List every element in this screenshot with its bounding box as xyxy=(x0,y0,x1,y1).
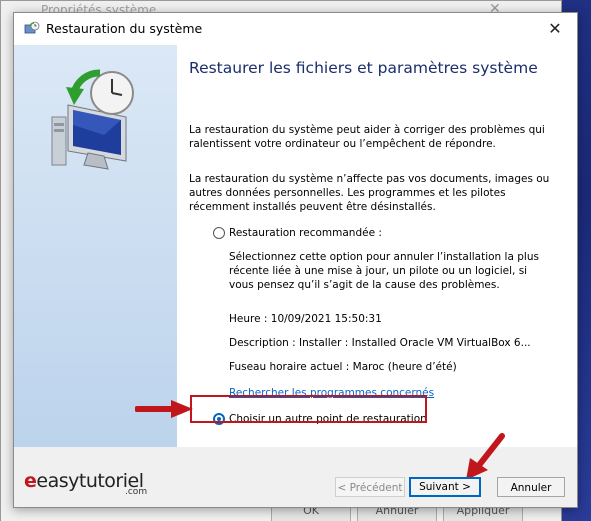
recommended-radio[interactable] xyxy=(213,227,225,239)
annotation-arrow-left xyxy=(135,400,193,418)
logo-suffix: .com xyxy=(125,487,148,497)
close-button[interactable]: ✕ xyxy=(533,13,577,45)
next-button[interactable]: Suivant > xyxy=(409,477,481,497)
restore-description: Description : Installer : Installed Orac… xyxy=(229,337,531,349)
titlebar: Restauration du système ✕ xyxy=(14,13,577,45)
system-restore-icon xyxy=(24,21,40,34)
recommended-restore-option[interactable]: Restauration recommandée : xyxy=(213,227,382,239)
previous-button[interactable]: < Précédent xyxy=(335,477,405,497)
restore-time: Heure : 10/09/2021 15:50:31 xyxy=(229,313,382,325)
content-area: Restaurer les fichiers et paramètres sys… xyxy=(177,45,577,447)
logo-e-mark: e xyxy=(24,470,37,492)
cancel-button[interactable]: Annuler xyxy=(497,477,565,497)
recommended-label: Restauration recommandée : xyxy=(229,227,382,239)
recommended-description: Sélectionnez cette option pour annuler l… xyxy=(229,251,539,291)
restore-timezone: Fuseau horaire actuel : Maroc (heure d’é… xyxy=(229,361,457,373)
info-paragraph: La restauration du système n’affecte pas… xyxy=(189,173,550,213)
dialog-title: Restauration du système xyxy=(46,21,203,36)
side-panel xyxy=(14,45,177,447)
annotation-highlight-box xyxy=(190,395,427,423)
intro-paragraph: La restauration du système peut aider à … xyxy=(189,124,545,150)
page-heading: Restaurer les fichiers et paramètres sys… xyxy=(189,59,538,77)
annotation-arrow-next xyxy=(466,433,505,480)
restore-computer-icon xyxy=(51,69,134,170)
